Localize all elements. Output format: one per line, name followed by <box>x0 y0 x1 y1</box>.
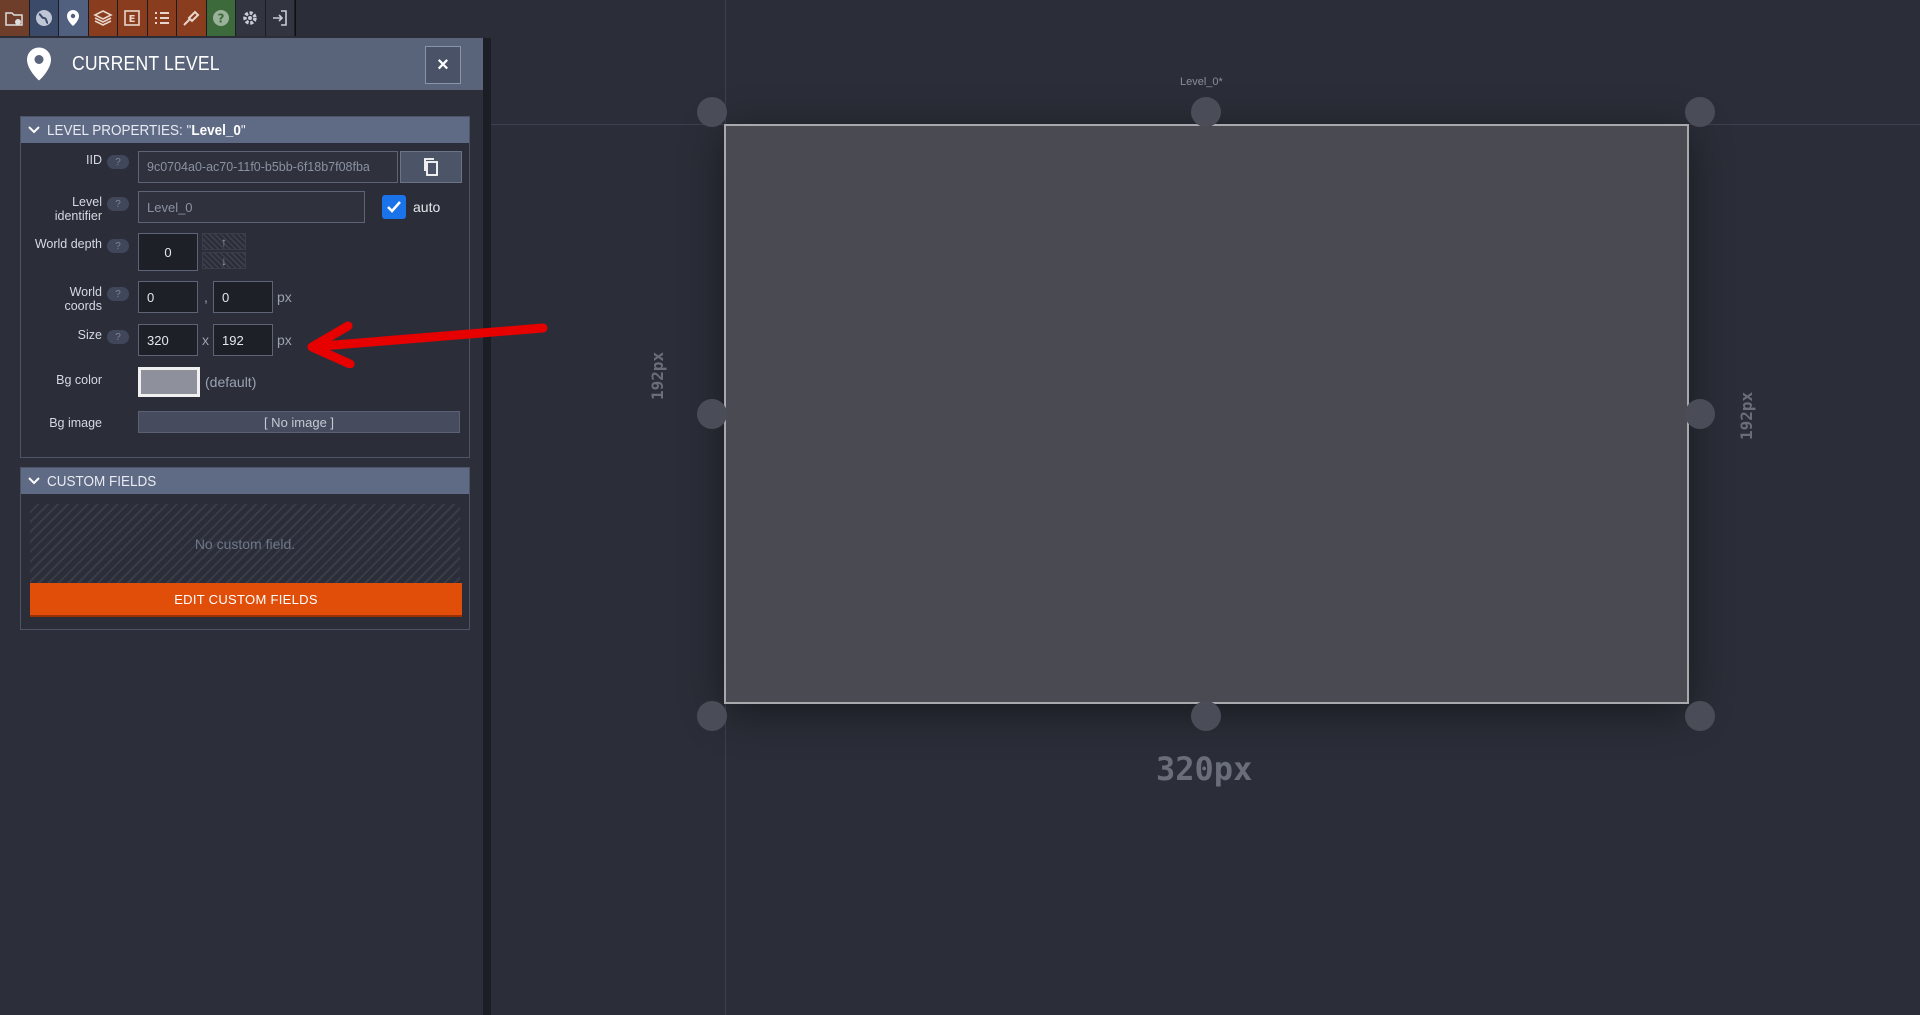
size-height-field[interactable]: 192 <box>213 324 273 356</box>
size-help-icon[interactable]: ? <box>107 330 129 344</box>
canvas-height-label-right: 192px <box>1737 391 1756 440</box>
enums-button[interactable] <box>147 0 177 36</box>
project-settings-button[interactable] <box>0 0 30 36</box>
entities-icon: E <box>124 10 141 26</box>
settings-icon <box>243 11 257 25</box>
no-custom-field-placeholder: No custom field. <box>30 504 460 584</box>
settings-button[interactable] <box>236 0 266 36</box>
iid-label: IID <box>86 153 102 167</box>
auto-label: auto <box>413 199 441 215</box>
resize-handle-bottom-left[interactable] <box>697 701 727 731</box>
panel-header: CURRENT LEVEL × <box>0 38 483 90</box>
bg-image-row: Bg image [ No image ] <box>21 407 469 447</box>
iid-row: IID ? 9c0704a0-ac70-11f0-b5bb-6f18b7f08f… <box>21 143 469 183</box>
coords-unit: px <box>277 289 292 305</box>
svg-text:?: ? <box>217 12 224 26</box>
depth-up-button[interactable]: ↑ <box>202 233 246 250</box>
help-button[interactable]: ? <box>206 0 236 36</box>
main-toolbar: E ? <box>0 0 296 36</box>
edit-custom-fields-button[interactable]: EDIT CUSTOM FIELDS <box>30 583 462 617</box>
identifier-label: Level identifier <box>54 195 102 223</box>
tilesets-button[interactable] <box>177 0 207 36</box>
bg-color-row: Bg color (default) <box>21 367 469 407</box>
exit-button[interactable] <box>265 0 295 36</box>
checkmark-icon <box>387 201 401 213</box>
resize-handle-right[interactable] <box>1685 399 1715 429</box>
world-coords-help-icon[interactable]: ? <box>107 287 129 301</box>
size-separator: x <box>202 332 209 348</box>
bg-color-value: (default) <box>205 374 257 390</box>
level-properties-header[interactable]: LEVEL PROPERTIES: "Level_0" <box>21 117 469 143</box>
level-pin-icon <box>27 47 51 81</box>
resize-handle-left[interactable] <box>697 399 727 429</box>
custom-fields-header[interactable]: CUSTOM FIELDS <box>21 468 469 494</box>
current-level-panel: CURRENT LEVEL × LEVEL PROPERTIES: "Level… <box>0 38 491 1015</box>
world-depth-field[interactable]: 0 <box>138 233 198 271</box>
world-button[interactable] <box>29 0 59 36</box>
size-label: Size <box>77 328 102 342</box>
identifier-help-icon[interactable]: ? <box>107 197 129 211</box>
level-canvas-rect[interactable] <box>724 124 1689 704</box>
coords-separator: , <box>204 289 208 305</box>
level-button[interactable] <box>59 0 89 36</box>
layers-icon <box>92 10 113 26</box>
size-width-field[interactable]: 320 <box>138 324 198 356</box>
svg-text:E: E <box>129 14 136 25</box>
world-x-field[interactable]: 0 <box>138 281 198 313</box>
world-depth-row: World depth ? 0 ↑ ↓ <box>21 233 469 273</box>
bg-image-label: Bg image <box>49 416 102 430</box>
custom-fields-section: CUSTOM FIELDS No custom field. EDIT CUST… <box>20 467 470 630</box>
world-depth-label: World depth <box>34 237 102 251</box>
auto-checkbox[interactable] <box>382 195 406 219</box>
resize-handle-top-right[interactable] <box>1685 97 1715 127</box>
world-y-field[interactable]: 0 <box>213 281 273 313</box>
level-properties-section: LEVEL PROPERTIES: "Level_0" IID ? 9c0704… <box>20 116 470 458</box>
chevron-down-icon <box>28 126 40 134</box>
entities-button[interactable]: E <box>118 0 148 36</box>
chevron-down-icon <box>28 477 40 485</box>
canvas-width-label: 320px <box>1156 750 1253 788</box>
iid-field[interactable]: 9c0704a0-ac70-11f0-b5bb-6f18b7f08fba <box>138 151 398 183</box>
world-coords-row: World coords ? 0 , 0 px <box>21 281 469 321</box>
canvas-height-label-left: 192px <box>648 351 667 400</box>
annotation-arrow <box>307 321 548 368</box>
world-depth-help-icon[interactable]: ? <box>107 239 129 253</box>
iid-help-icon[interactable]: ? <box>107 155 129 169</box>
layers-button[interactable] <box>88 0 118 36</box>
enums-icon <box>154 12 169 24</box>
project-settings-icon <box>5 12 23 26</box>
identifier-row: Level identifier ? Level_0 auto <box>21 187 469 227</box>
resize-handle-bottom[interactable] <box>1191 701 1221 731</box>
bg-color-label: Bg color <box>56 373 102 387</box>
panel-title: CURRENT LEVEL <box>72 52 220 75</box>
canvas-level-name: Level_0* <box>1180 76 1223 88</box>
identifier-field[interactable]: Level_0 <box>138 191 365 223</box>
level-name-bold: Level_0 <box>191 121 241 139</box>
bg-color-swatch[interactable] <box>138 367 200 397</box>
world-icon <box>35 10 52 26</box>
level-pin-icon <box>67 10 80 26</box>
resize-handle-top-left[interactable] <box>697 97 727 127</box>
copy-iid-button[interactable] <box>400 151 462 183</box>
close-button[interactable]: × <box>425 46 461 84</box>
world-coords-label: World coords <box>64 285 102 313</box>
depth-down-button[interactable]: ↓ <box>202 252 246 269</box>
bg-image-button[interactable]: [ No image ] <box>138 411 460 433</box>
copy-icon <box>424 158 438 176</box>
help-icon: ? <box>212 10 229 26</box>
resize-handle-bottom-right[interactable] <box>1685 701 1715 731</box>
tilesets-icon <box>183 10 200 26</box>
size-unit: px <box>277 332 292 348</box>
resize-handle-top[interactable] <box>1191 97 1221 127</box>
exit-icon <box>272 10 287 26</box>
